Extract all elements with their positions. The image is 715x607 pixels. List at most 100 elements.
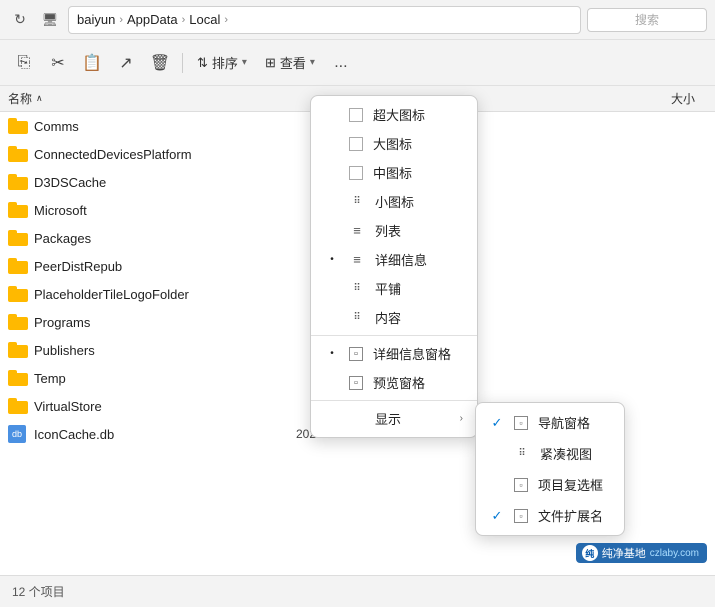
watermark-url: czlaby.com: [650, 548, 699, 559]
list-label: 列表: [375, 221, 463, 240]
status-text: 12 个项目: [12, 583, 65, 600]
watermark-logo: 纯: [582, 545, 598, 561]
window-icon[interactable]: 🖥: [38, 8, 62, 32]
breadcrumb-sep-1: ›: [119, 14, 123, 26]
menu-item-small-icon[interactable]: ⠿ 小图标: [311, 187, 477, 216]
breadcrumb-sep-3: ›: [224, 14, 228, 26]
search-input-area[interactable]: 搜索: [587, 8, 707, 32]
menu-item-details[interactable]: • ≡ 详细信息: [311, 245, 477, 274]
folder-icon: [8, 398, 28, 414]
list-icon: ≡: [349, 223, 365, 239]
file-name: Microsoft: [34, 203, 296, 218]
menu-item-content[interactable]: ⠿ 内容: [311, 303, 477, 332]
sort-icon: ⇅: [197, 55, 208, 71]
folder-icon: [8, 230, 28, 246]
sub-menu-item-compact-view[interactable]: ⠿ 紧凑视图: [476, 438, 624, 469]
folder-icon: [8, 314, 28, 330]
view-icon: ⊞: [265, 55, 276, 71]
folder-icon: [8, 370, 28, 386]
extra-large-icon: [349, 108, 363, 122]
menu-item-medium-icon[interactable]: 中图标: [311, 158, 477, 187]
extra-large-label: 超大图标: [373, 105, 463, 124]
breadcrumb-baiyun[interactable]: baiyun: [77, 12, 115, 27]
sort-arrow-icon: ∧: [36, 93, 43, 104]
file-name: ConnectedDevicesPlatform: [34, 147, 296, 162]
folder-icon: [8, 258, 28, 274]
delete-button[interactable]: 🗑: [144, 47, 176, 79]
bullet-details-pane: •: [325, 348, 339, 359]
status-bar: 12 个项目: [0, 575, 715, 607]
small-label: 小图标: [375, 192, 463, 211]
file-name: D3DSCache: [34, 175, 296, 190]
view-label: 查看: [280, 53, 306, 72]
copy-button[interactable]: ⎘: [8, 47, 40, 79]
content-icon: ⠿: [349, 310, 365, 326]
context-menu: 超大图标 大图标 中图标 ⠿ 小图标 ≡ 列表 • ≡ 详细信息 ⠿ 平铺 ⠿ …: [310, 95, 478, 438]
watermark-text: 纯净基地: [602, 545, 646, 561]
medium-icon-icon: [349, 166, 363, 180]
medium-label: 中图标: [373, 163, 463, 182]
toolbar: ⎘ ✂ 📋 ↗ 🗑 ⇅ 排序 ▾ ⊞ 查看 ▾ ...: [0, 40, 715, 86]
breadcrumb-appdata[interactable]: AppData: [127, 12, 178, 27]
large-icon-icon: [349, 137, 363, 151]
menu-item-preview-pane[interactable]: ▫ 预览窗格: [311, 368, 477, 397]
nav-pane-label: 导航窗格: [538, 413, 590, 432]
file-name: Publishers: [34, 343, 296, 358]
cut-button[interactable]: ✂: [42, 47, 74, 79]
tiles-label: 平铺: [375, 279, 463, 298]
paste-button[interactable]: 📋: [76, 47, 108, 79]
menu-item-tiles[interactable]: ⠿ 平铺: [311, 274, 477, 303]
sub-menu-item-nav-pane[interactable]: ✓ ▫ 导航窗格: [476, 407, 624, 438]
item-checkbox-icon: ▫: [514, 478, 528, 492]
compact-view-label: 紧凑视图: [540, 444, 592, 463]
preview-pane-icon: ▫: [349, 376, 363, 390]
details-pane-label: 详细信息窗格: [373, 344, 463, 363]
show-label: 显示: [375, 409, 450, 428]
folder-icon: [8, 118, 28, 134]
content-label: 内容: [375, 308, 463, 327]
file-name: VirtualStore: [34, 399, 296, 414]
breadcrumb[interactable]: baiyun › AppData › Local ›: [68, 6, 581, 34]
file-name: Comms: [34, 119, 296, 134]
menu-item-show[interactable]: 显示 › ✓ ▫ 导航窗格 ⠿ 紧凑视图 ▫ 项目复选框 ✓ ▫ 文件扩展名: [311, 404, 477, 433]
menu-item-details-pane[interactable]: • ▫ 详细信息窗格: [311, 339, 477, 368]
menu-item-extra-large-icon[interactable]: 超大图标: [311, 100, 477, 129]
file-icon: db: [8, 425, 26, 443]
details-icon: ≡: [349, 252, 365, 268]
col-size-header[interactable]: 大小: [627, 90, 707, 107]
menu-divider-2: [311, 400, 477, 401]
share-button[interactable]: ↗: [110, 47, 142, 79]
details-pane-icon: ▫: [349, 347, 363, 361]
menu-item-list[interactable]: ≡ 列表: [311, 216, 477, 245]
bullet-details: •: [325, 254, 339, 265]
menu-item-large-icon[interactable]: 大图标: [311, 129, 477, 158]
file-name: Programs: [34, 315, 296, 330]
refresh-button[interactable]: ↻: [8, 8, 32, 32]
large-label: 大图标: [373, 134, 463, 153]
title-bar: ↻ 🖥 baiyun › AppData › Local › 搜索: [0, 0, 715, 40]
folder-icon: [8, 202, 28, 218]
sort-label: 排序: [212, 53, 238, 72]
folder-icon: [8, 174, 28, 190]
sort-button[interactable]: ⇅ 排序 ▾: [189, 47, 255, 79]
check-nav-pane: ✓: [490, 415, 504, 431]
file-name: IconCache.db: [34, 427, 296, 442]
more-label: ...: [334, 54, 347, 72]
file-name: PlaceholderTileLogoFolder: [34, 287, 296, 302]
view-chevron: ▾: [310, 57, 315, 68]
view-button[interactable]: ⊞ 查看 ▾: [257, 47, 323, 79]
tiles-icon: ⠿: [349, 281, 365, 297]
watermark: 纯 纯净基地 czlaby.com: [576, 543, 707, 563]
sub-menu: ✓ ▫ 导航窗格 ⠿ 紧凑视图 ▫ 项目复选框 ✓ ▫ 文件扩展名: [475, 402, 625, 536]
menu-divider-1: [311, 335, 477, 336]
sub-menu-item-item-checkbox[interactable]: ▫ 项目复选框: [476, 469, 624, 500]
breadcrumb-local[interactable]: Local: [189, 12, 220, 27]
col-name-header[interactable]: 名称 ∧: [8, 90, 298, 107]
file-name: PeerDistRepub: [34, 259, 296, 274]
folder-icon: [8, 286, 28, 302]
more-button[interactable]: ...: [325, 47, 357, 79]
nav-pane-icon: ▫: [514, 416, 528, 430]
sub-menu-item-file-extension[interactable]: ✓ ▫ 文件扩展名: [476, 500, 624, 531]
show-icon: [349, 411, 365, 427]
file-name: Temp: [34, 371, 296, 386]
